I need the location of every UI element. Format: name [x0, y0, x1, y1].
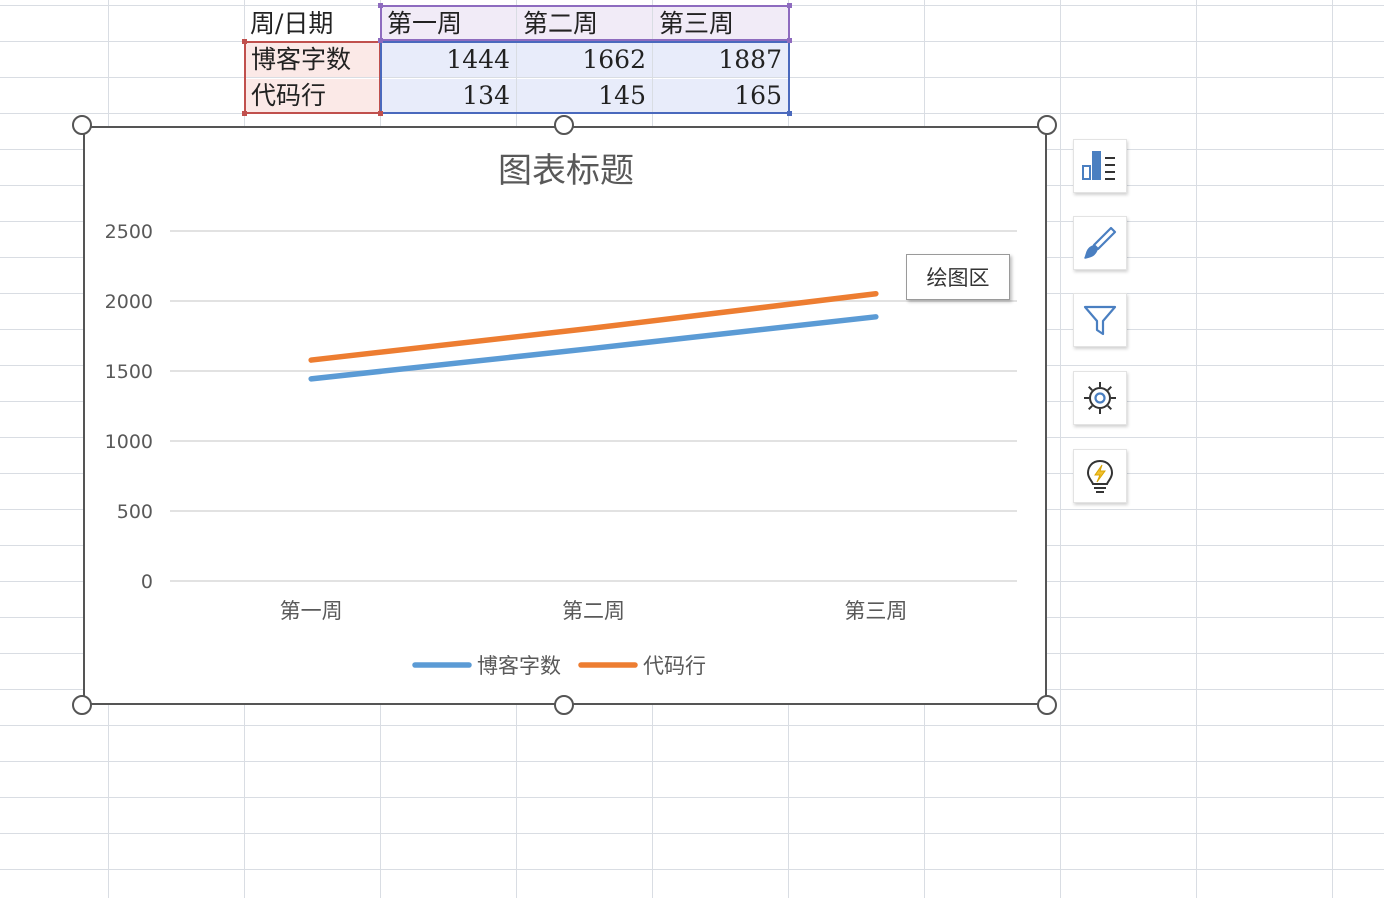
resize-handle-top-left[interactable]: [72, 115, 92, 135]
range-corner-handle[interactable]: [242, 39, 247, 44]
grid-row-line: [0, 833, 1384, 834]
y-tick-label: 500: [117, 501, 153, 523]
range-corner-handle[interactable]: [787, 111, 792, 116]
x-tick-label: 第二周: [562, 599, 625, 623]
plot-area-tooltip: 绘图区: [906, 254, 1010, 300]
resize-handle-top-right[interactable]: [1037, 115, 1057, 135]
range-corner-handle[interactable]: [787, 3, 792, 8]
range-corner-handle[interactable]: [787, 38, 792, 43]
x-axis-tick-labels[interactable]: 第一周 第二周 第三周: [280, 599, 908, 623]
grid-column-line: [1332, 0, 1333, 898]
grid-column-line: [1196, 0, 1197, 898]
legend-label[interactable]: 代码行: [643, 654, 706, 678]
cell-value[interactable]: 134: [381, 79, 516, 113]
gridlines: [170, 230, 1017, 582]
legend-label[interactable]: 博客字数: [477, 654, 561, 678]
x-tick-label: 第一周: [280, 599, 343, 623]
x-tick-label: 第三周: [844, 599, 907, 623]
cell-value[interactable]: 165: [653, 79, 788, 113]
cell-column-header[interactable]: 第二周: [517, 7, 652, 41]
y-tick-label: 2000: [105, 291, 153, 313]
chart-style-button[interactable]: [1073, 216, 1127, 270]
range-corner-handle[interactable]: [378, 3, 383, 8]
cell-row-label[interactable]: 代码行: [245, 79, 380, 113]
chart-filter-button[interactable]: [1073, 293, 1127, 347]
chart-settings-button[interactable]: [1073, 371, 1127, 425]
chart-ideas-button[interactable]: [1073, 449, 1127, 503]
chart-elements-button[interactable]: [1073, 139, 1127, 193]
cell-column-header[interactable]: 第一周: [381, 7, 516, 41]
y-axis-tick-labels[interactable]: 0 500 1000 1500 2000 2500: [105, 221, 153, 593]
grid-row-line: [0, 797, 1384, 798]
chart-area[interactable]: 图表标题 0 500 1000 1500 2000 2500 第一周 第二周 第三周 博客字数…: [83, 126, 1047, 705]
grid-row-line: [0, 113, 1384, 114]
y-tick-label: 1500: [105, 361, 153, 383]
grid-row-line: [0, 5, 1384, 6]
cell-value[interactable]: 1887: [653, 43, 788, 77]
y-tick-label: 1000: [105, 431, 153, 453]
chart-ideas-lightbulb-icon: [1086, 459, 1114, 493]
resize-handle-bottom-left[interactable]: [72, 695, 92, 715]
plot-series[interactable]: [308, 290, 879, 382]
grid-row-line: [0, 41, 1384, 42]
resize-handle-bottom-right[interactable]: [1037, 695, 1057, 715]
grid-row-line: [0, 869, 1384, 870]
resize-handle-top[interactable]: [554, 115, 574, 135]
chart-elements-icon: [1082, 151, 1115, 180]
y-tick-label: 2500: [105, 221, 153, 243]
cell-value[interactable]: 1662: [517, 43, 652, 77]
chart-title[interactable]: 图表标题: [498, 151, 634, 191]
range-corner-handle[interactable]: [378, 111, 383, 116]
legend[interactable]: 博客字数 代码行: [412, 654, 706, 678]
cell-value[interactable]: 1444: [381, 43, 516, 77]
chart-style-brush-icon: [1084, 226, 1117, 259]
grid-row-line: [0, 77, 1384, 78]
grid-row-line: [0, 725, 1384, 726]
cell-value[interactable]: 145: [517, 79, 652, 113]
resize-handle-bottom[interactable]: [554, 695, 574, 715]
line-chart[interactable]: 图表标题 0 500 1000 1500 2000 2500 第一周 第二周 第三周 博客字数…: [85, 128, 1045, 703]
chart-filter-icon: [1083, 305, 1117, 336]
range-corner-handle[interactable]: [242, 111, 247, 116]
cell-column-header[interactable]: 第三周: [653, 7, 788, 41]
cell-row-label[interactable]: 博客字数: [245, 43, 380, 77]
grid-row-line: [0, 761, 1384, 762]
grid-column-line: [1060, 0, 1061, 898]
range-corner-handle[interactable]: [378, 38, 383, 43]
chart-settings-gear-icon: [1084, 382, 1116, 414]
cell-corner-header[interactable]: 周/日期: [244, 7, 380, 41]
y-tick-label: 0: [141, 571, 153, 593]
